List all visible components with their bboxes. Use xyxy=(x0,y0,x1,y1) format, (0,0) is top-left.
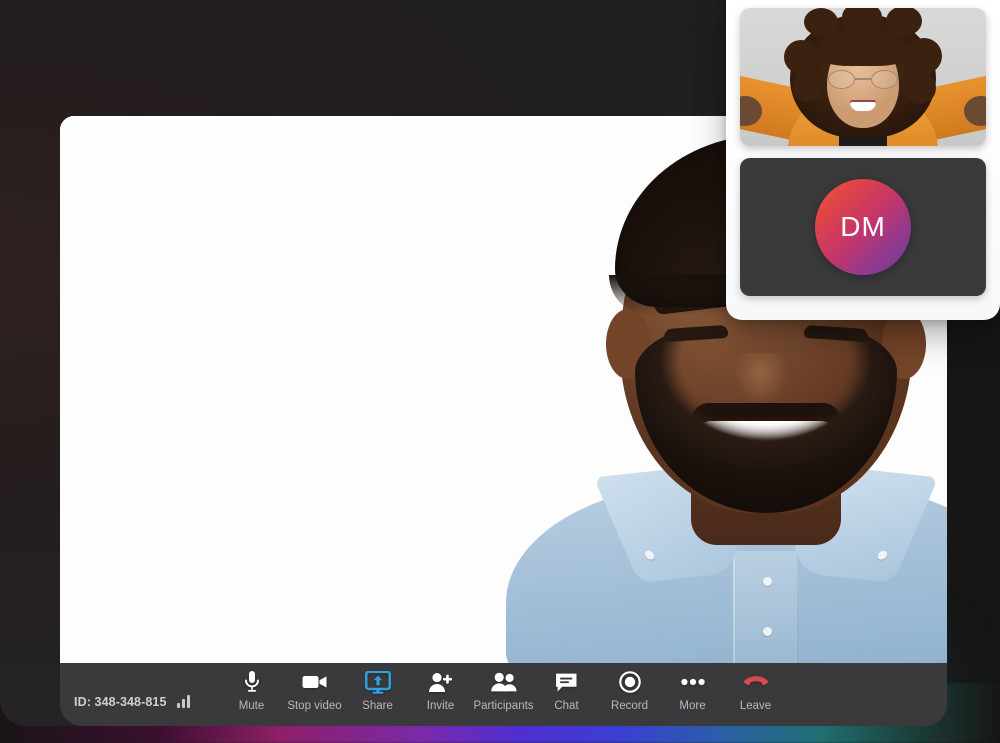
video-call-app: ID: 348-348-815 Mute Stop video Share In… xyxy=(0,0,1000,743)
participants-label: Participants xyxy=(473,700,534,712)
chat-label: Chat xyxy=(554,700,579,712)
person-add-icon xyxy=(428,670,454,694)
participant-thumbnail-avatar[interactable]: DM xyxy=(740,158,986,296)
toolbar-controls: Mute Stop video Share Invite Participant… xyxy=(220,665,827,726)
stop-video-button[interactable]: Stop video xyxy=(283,665,346,713)
collar-button xyxy=(642,550,656,561)
record-circle-icon xyxy=(618,670,641,694)
avatar-initials: DM xyxy=(840,211,886,242)
shirt-placket xyxy=(732,551,799,663)
more-button[interactable]: More xyxy=(661,665,724,713)
record-button[interactable]: Record xyxy=(598,665,661,713)
share-label: Share xyxy=(362,700,393,712)
chat-bubble-icon xyxy=(555,670,578,694)
stop-video-label: Stop video xyxy=(287,700,342,712)
hair-curl xyxy=(784,40,818,74)
invite-button[interactable]: Invite xyxy=(409,665,472,713)
more-label: More xyxy=(679,700,706,712)
participants-thumbnail-panel: DM xyxy=(726,0,1000,320)
participant-smile xyxy=(850,100,876,111)
screen-share-icon xyxy=(364,670,391,694)
video-camera-icon xyxy=(302,670,328,694)
mute-button[interactable]: Mute xyxy=(220,665,283,713)
phone-hangup-icon xyxy=(743,670,769,694)
microphone-icon xyxy=(242,670,262,694)
participants-button[interactable]: Participants xyxy=(472,665,535,713)
invite-label: Invite xyxy=(426,700,455,712)
shirt-button xyxy=(762,627,772,636)
ellipsis-icon xyxy=(680,670,705,694)
hair-curl xyxy=(886,8,922,36)
hair-curl xyxy=(792,72,822,102)
mute-label: Mute xyxy=(238,700,265,712)
leave-label: Leave xyxy=(739,700,772,712)
glasses-bridge xyxy=(855,78,871,80)
share-button[interactable]: Share xyxy=(346,665,409,713)
meeting-id-label: ID: 348-348-815 xyxy=(74,694,167,709)
people-icon xyxy=(490,670,518,694)
hair-curl xyxy=(904,72,936,104)
glasses-lens-left xyxy=(828,70,855,89)
record-label: Record xyxy=(610,700,649,712)
collar-button xyxy=(875,550,889,561)
glasses-icon xyxy=(828,70,898,89)
meeting-toolbar: ID: 348-348-815 Mute Stop video Share In… xyxy=(60,663,947,726)
leave-button[interactable]: Leave xyxy=(724,665,787,713)
hair-curl xyxy=(804,8,838,36)
avatar: DM xyxy=(815,179,911,275)
signal-bars-icon xyxy=(176,695,190,708)
glasses-lens-right xyxy=(871,70,898,89)
hair-curl xyxy=(906,38,942,74)
hair-curl xyxy=(842,8,882,32)
shirt-button xyxy=(762,577,772,586)
meeting-id-group: ID: 348-348-815 xyxy=(74,695,190,708)
participant-thumbnail-video[interactable] xyxy=(740,8,986,146)
chat-button[interactable]: Chat xyxy=(535,665,598,713)
